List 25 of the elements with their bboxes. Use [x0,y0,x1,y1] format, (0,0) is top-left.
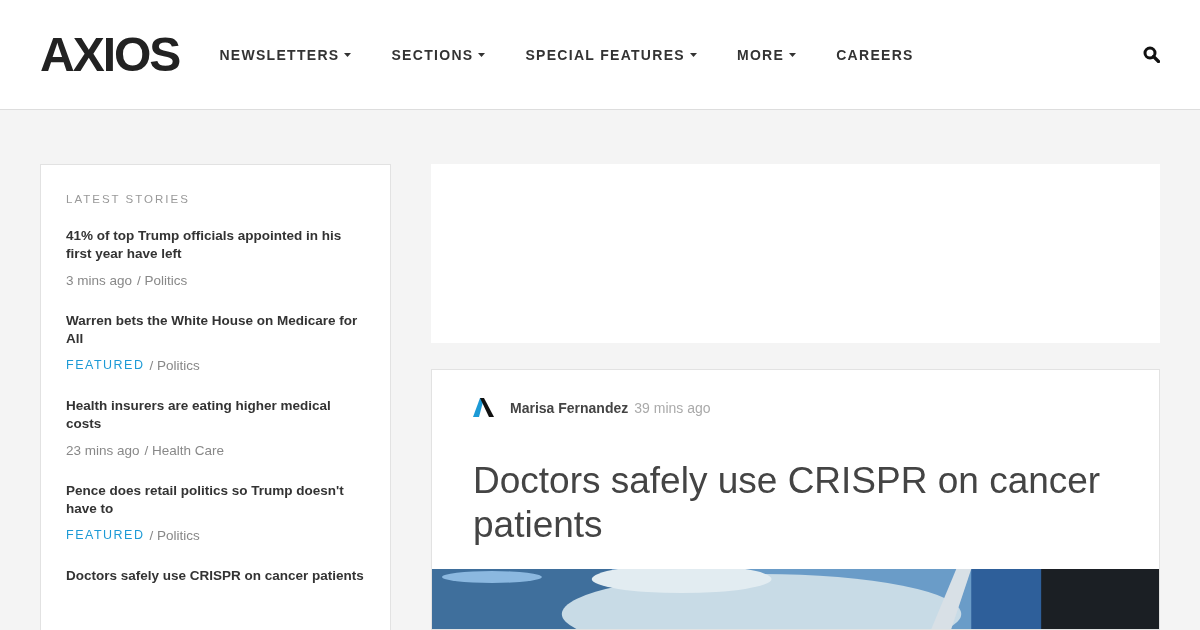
story-section: / Health Care [144,443,225,458]
story-link[interactable]: Warren bets the White House on Medicare for All [66,312,366,348]
story-section: / Politics [149,528,200,543]
story-time: 3 mins ago [66,273,133,288]
nav-link[interactable]: SPECIAL FEATURES [525,46,697,63]
story-time: 23 mins ago [66,443,140,458]
story-link[interactable]: Doctors safely use CRISPR on cancer patients [66,567,366,585]
logo[interactable]: AXIOS [40,27,180,82]
nav-link[interactable]: NEWSLETTERS [219,46,352,63]
featured-label: FEATURED [66,358,145,373]
nav-link[interactable]: SECTIONS [391,46,486,63]
article-headline: Doctors safely use CRISPR on cancer patients [472,459,1102,547]
author-link[interactable]: Marisa Fernandez [510,399,629,416]
story-link[interactable]: 41% of top Trump officials appointed in his first year have left [66,227,366,263]
story-section: / Politics [137,273,188,288]
avatar-icon [473,398,494,417]
story-link[interactable]: Pence does retail politics so Trump doesn't have to [66,482,366,518]
sidebar-title: LATEST STORIES [66,193,191,205]
nav-link[interactable]: MORE [736,46,797,63]
featured-label: FEATURED [66,528,145,543]
story-section: / Politics [149,358,200,373]
nav-link[interactable]: CAREERS [836,46,914,63]
story-link[interactable]: Health insurers are eating higher medical costs [66,397,366,433]
search-icon[interactable] [1143,46,1160,63]
article-time: 39 mins ago [634,399,711,416]
